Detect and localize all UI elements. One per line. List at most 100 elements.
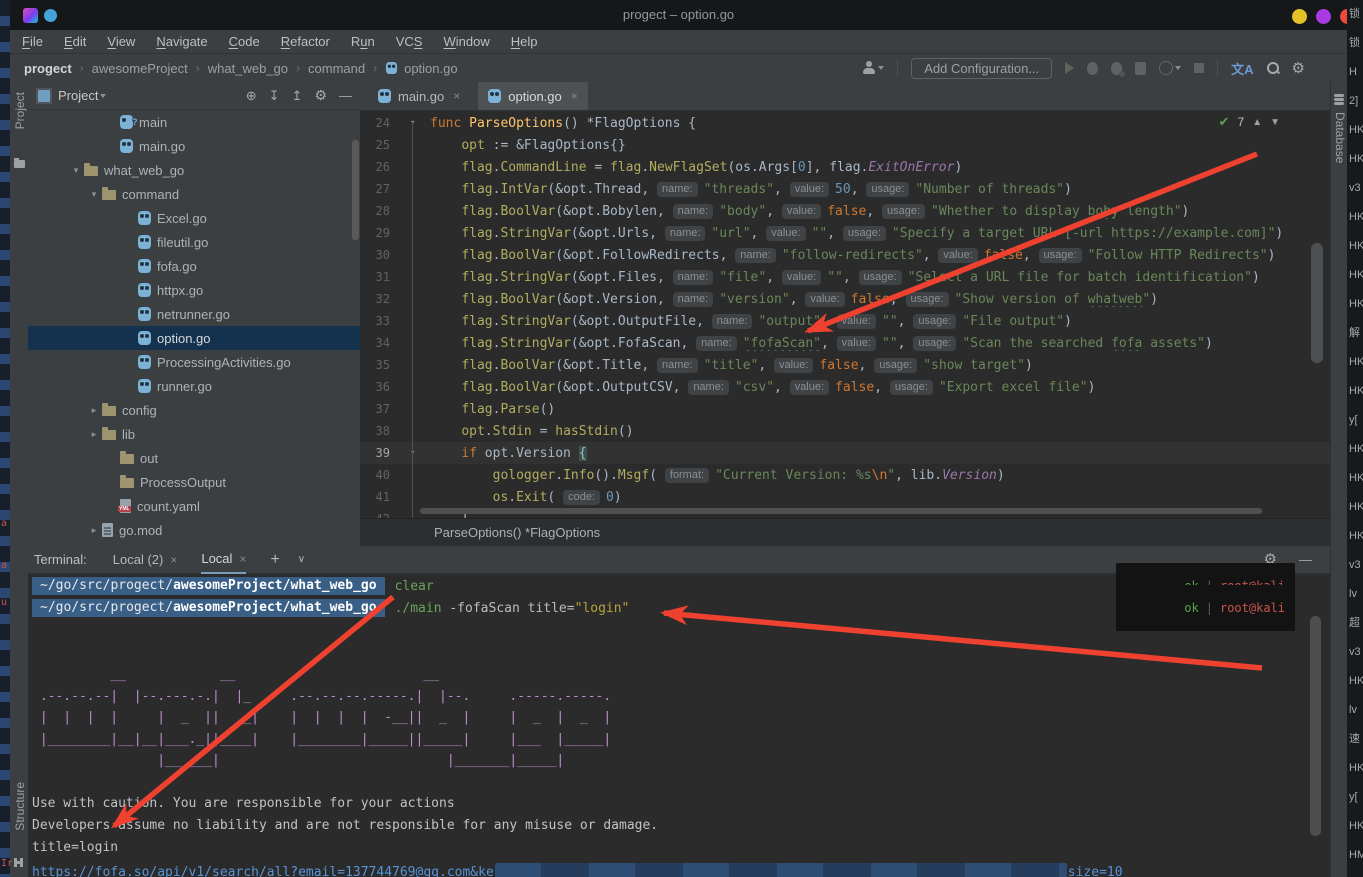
chevron-down-icon[interactable] [100, 94, 106, 98]
terminal-scrollbar[interactable] [1310, 616, 1321, 836]
terminal-tab-local[interactable]: Local × [201, 546, 246, 574]
settings-gear-icon[interactable]: ⚙ [1292, 61, 1305, 76]
collapse-all-icon[interactable]: ↥ [292, 88, 303, 104]
expand-all-icon[interactable]: ↧ [269, 88, 280, 104]
prev-problem-icon[interactable]: ▲ [1252, 117, 1262, 128]
inspections-widget[interactable]: ✔ 7 ▲ ▼ [1219, 114, 1280, 130]
editor-tab-main-go[interactable]: main.go × [368, 82, 470, 110]
close-icon[interactable]: × [571, 89, 578, 103]
menu-item-view[interactable]: View [107, 34, 135, 49]
tree-item-httpx.go[interactable]: httpx.go [28, 278, 360, 302]
tree-item-count.yaml[interactable]: count.yaml [28, 494, 360, 518]
hide-terminal-icon[interactable]: — [1299, 552, 1312, 567]
add-configuration-button[interactable]: Add Configuration... [911, 58, 1052, 79]
chevron-right-icon[interactable]: ▸ [86, 429, 102, 440]
menu-item-help[interactable]: Help [511, 34, 538, 49]
tree-item-Excel.go[interactable]: Excel.go [28, 206, 360, 230]
project-tree-scrollbar[interactable] [352, 140, 359, 240]
code-line-24[interactable]: 24▾func ParseOptions() *FlagOptions { [360, 112, 1330, 134]
tree-item-fofa.go[interactable]: fofa.go [28, 254, 360, 278]
chevron-down-icon[interactable]: ▾ [86, 189, 102, 200]
tree-item-runner.go[interactable]: runner.go [28, 374, 360, 398]
code-line-29[interactable]: 29 flag.StringVar(&opt.Urls, name:"url",… [360, 222, 1330, 244]
editor-horizontal-scrollbar[interactable] [420, 508, 1262, 514]
code-line-30[interactable]: 30 flag.BoolVar(&opt.FollowRedirects, na… [360, 244, 1330, 266]
hide-panel-icon[interactable]: — [339, 88, 352, 103]
menu-item-code[interactable]: Code [229, 34, 260, 49]
breadcrumb-item-option.go[interactable]: option.go [404, 61, 458, 76]
menu-item-file[interactable]: File [22, 34, 43, 49]
code-line-39[interactable]: 39▾ if opt.Version { [360, 442, 1330, 464]
profiler-icon[interactable] [1135, 62, 1146, 75]
editor-tab-option-go[interactable]: option.go × [478, 82, 588, 110]
code-line-38[interactable]: 38 opt.Stdin = hasStdin() [360, 420, 1330, 442]
terminal-panel[interactable]: Terminal: Local (2) × Local × + ∨ ⚙ — ~/… [28, 546, 1330, 877]
code-line-25[interactable]: 25 opt := &FlagOptions{} [360, 134, 1330, 156]
tree-item-option.go[interactable]: option.go [28, 326, 360, 350]
code-line-37[interactable]: 37 flag.Parse() [360, 398, 1330, 420]
fold-marker-icon[interactable]: ▾ [404, 118, 430, 128]
new-terminal-button[interactable]: + [270, 551, 279, 569]
run-icon[interactable] [1065, 62, 1074, 74]
code-line-26[interactable]: 26 flag.CommandLine = flag.NewFlagSet(os… [360, 156, 1330, 178]
tree-item-fileutil.go[interactable]: fileutil.go [28, 230, 360, 254]
tree-item-netrunner.go[interactable]: netrunner.go [28, 302, 360, 326]
translate-icon[interactable]: 文A [1231, 59, 1253, 78]
terminal-tab-local-2[interactable]: Local (2) × [113, 546, 178, 574]
menu-item-window[interactable]: Window [443, 34, 489, 49]
close-icon[interactable]: × [239, 552, 246, 566]
code-line-40[interactable]: 40 gologger.Info().Msgf( format:"Current… [360, 464, 1330, 486]
project-panel-title[interactable]: Project [58, 88, 98, 103]
chevron-down-icon[interactable]: ▾ [68, 165, 84, 176]
close-icon[interactable]: × [453, 89, 460, 103]
panel-options-gear-icon[interactable]: ⚙ [314, 87, 327, 104]
tree-item-what_web_go[interactable]: ▾what_web_go [28, 158, 360, 182]
breadcrumb-item-command[interactable]: command [308, 61, 365, 76]
code-line-28[interactable]: 28 flag.BoolVar(&opt.Bobylen, name:"body… [360, 200, 1330, 222]
tree-item-main[interactable]: main [28, 110, 360, 134]
tree-item-command[interactable]: ▾command [28, 182, 360, 206]
code-line-34[interactable]: 34 flag.StringVar(&opt.FofaScan, name:"f… [360, 332, 1330, 354]
tool-tab-structure[interactable]: Structure [13, 782, 27, 836]
breadcrumb-item-awesomeProject[interactable]: awesomeProject [92, 61, 188, 76]
window-maximize-button[interactable] [1316, 9, 1331, 24]
menu-item-vcs[interactable]: VCS [396, 34, 423, 49]
menu-item-refactor[interactable]: Refactor [281, 34, 330, 49]
debug-icon[interactable] [1087, 62, 1098, 75]
search-icon[interactable] [1267, 62, 1279, 74]
run-with-dropdown[interactable] [1159, 61, 1181, 75]
menu-item-run[interactable]: Run [351, 34, 375, 49]
next-problem-icon[interactable]: ▼ [1270, 117, 1280, 128]
tree-item-out[interactable]: out [28, 446, 360, 470]
chevron-right-icon[interactable]: ▸ [86, 525, 102, 536]
editor-vertical-scrollbar[interactable] [1311, 243, 1323, 363]
window-minimize-button[interactable] [1292, 9, 1307, 24]
fold-marker-icon[interactable]: ▾ [404, 448, 430, 458]
tree-item-go.mod[interactable]: ▸go.mod [28, 518, 360, 542]
code-line-41[interactable]: 41 os.Exit( code:0) [360, 486, 1330, 508]
coverage-icon[interactable] [1111, 62, 1122, 75]
code-editor[interactable]: 24▾func ParseOptions() *FlagOptions {25 … [360, 110, 1330, 530]
chevron-down-icon[interactable]: ∨ [298, 554, 305, 565]
locate-file-icon[interactable]: ⊕ [246, 88, 257, 104]
chevron-right-icon[interactable]: ▸ [86, 405, 102, 416]
code-line-31[interactable]: 31 flag.StringVar(&opt.Files, name:"file… [360, 266, 1330, 288]
vcs-user-dropdown[interactable] [862, 61, 884, 75]
tree-item-main.go[interactable]: main.go [28, 134, 360, 158]
tree-item-config[interactable]: ▸config [28, 398, 360, 422]
tree-item-lib[interactable]: ▸lib [28, 422, 360, 446]
code-line-36[interactable]: 36 flag.BoolVar(&opt.OutputCSV, name:"cs… [360, 376, 1330, 398]
code-line-35[interactable]: 35 flag.BoolVar(&opt.Title, name:"title"… [360, 354, 1330, 376]
code-line-27[interactable]: 27 flag.IntVar(&opt.Thread, name:"thread… [360, 178, 1330, 200]
tree-item-ProcessingActivities.go[interactable]: ProcessingActivities.go [28, 350, 360, 374]
menu-item-edit[interactable]: Edit [64, 34, 86, 49]
breadcrumb-item-progect[interactable]: progect [24, 61, 72, 76]
code-line-33[interactable]: 33 flag.StringVar(&opt.OutputFile, name:… [360, 310, 1330, 332]
stop-icon[interactable] [1194, 63, 1204, 73]
menu-item-navigate[interactable]: Navigate [156, 34, 207, 49]
tree-item-ProcessOutput[interactable]: ProcessOutput [28, 470, 360, 494]
editor-breadcrumb-footer[interactable]: ParseOptions() *FlagOptions [360, 518, 1330, 546]
breadcrumb-item-what_web_go[interactable]: what_web_go [208, 61, 288, 76]
tool-tab-project[interactable]: Project [13, 92, 27, 134]
code-line-32[interactable]: 32 flag.BoolVar(&opt.Version, name:"vers… [360, 288, 1330, 310]
